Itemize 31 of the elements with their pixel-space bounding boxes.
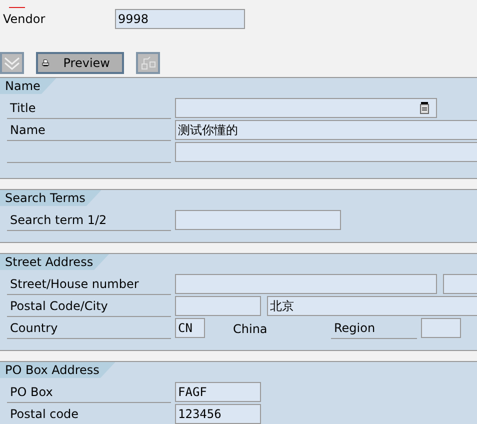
- field-label: Country: [7, 318, 171, 339]
- hierarchy-icon: [140, 55, 156, 71]
- field-label: Search term 1/2: [7, 210, 171, 231]
- vendor-label: Vendor: [2, 12, 46, 26]
- field-label: Title: [7, 98, 171, 119]
- section-title: Search Terms: [0, 190, 102, 206]
- input-field[interactable]: 北京: [267, 296, 477, 316]
- field-label: Region: [331, 318, 417, 339]
- chevron-icon: [4, 56, 20, 70]
- input-field[interactable]: CN: [175, 318, 205, 338]
- input-field[interactable]: [421, 318, 461, 338]
- input-field[interactable]: [175, 296, 261, 316]
- section-title: Street Address: [0, 254, 110, 270]
- vendor-field[interactable]: 9998: [115, 9, 245, 29]
- section-title: Name: [0, 78, 56, 94]
- field-label: Street/House number: [7, 274, 171, 295]
- input-field[interactable]: [175, 142, 477, 162]
- field-label: Name: [7, 120, 171, 141]
- input-field[interactable]: [175, 210, 341, 230]
- country-name: China: [232, 320, 268, 338]
- input-field[interactable]: FAGF: [175, 382, 261, 402]
- input-field[interactable]: [175, 274, 437, 294]
- input-field[interactable]: [175, 98, 437, 118]
- field-label: Postal code: [7, 404, 171, 424]
- field-label: Postal Code/City: [7, 296, 171, 317]
- section-title: PO Box Address: [0, 362, 116, 378]
- preview-button[interactable]: Preview: [36, 52, 124, 74]
- value-help-icon[interactable]: [420, 102, 429, 114]
- input-field[interactable]: 123456: [175, 404, 261, 424]
- field-label: PO Box: [7, 382, 171, 403]
- input-field[interactable]: 测试你懂的: [175, 120, 477, 140]
